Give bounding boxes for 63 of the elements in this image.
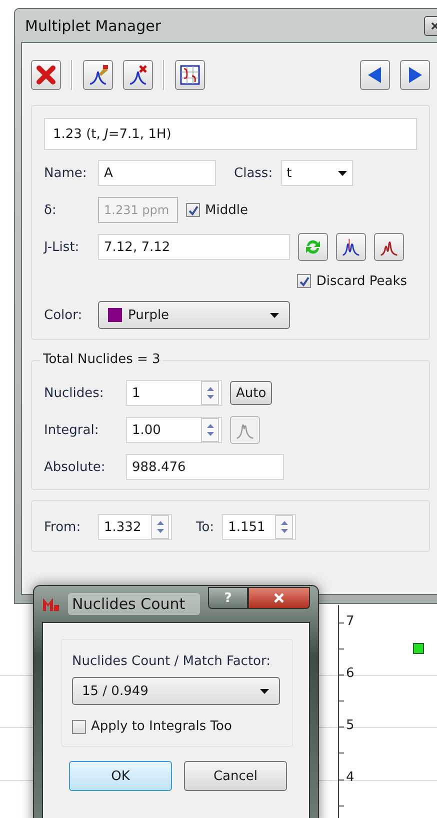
spin-buttons[interactable]	[151, 515, 169, 539]
window-title: Multiplet Manager	[25, 16, 162, 34]
field-label: Integral:	[44, 422, 100, 438]
checkbox[interactable]	[297, 274, 312, 288]
close-button[interactable]	[248, 587, 310, 609]
auto-button[interactable]: Auto	[230, 381, 272, 405]
peak-delete-icon	[127, 64, 149, 86]
delete-button[interactable]	[31, 60, 61, 90]
class-dropdown[interactable]: t	[280, 160, 353, 186]
from-spinbox[interactable]: 1.332	[98, 514, 172, 540]
spin-buttons[interactable]	[275, 515, 294, 539]
checkbox-label: Middle	[205, 202, 248, 218]
delete-icon	[35, 64, 57, 86]
spin-buttons[interactable]	[201, 381, 219, 405]
checkbox-label: Apply to Integrals Too	[91, 719, 232, 734]
field-label: From:	[44, 520, 82, 534]
close-icon	[431, 22, 437, 30]
app-logo-icon	[42, 596, 60, 612]
axis-tick-label: 6	[346, 666, 354, 681]
j-list-field[interactable]: 7.12, 7.12	[98, 234, 290, 260]
peaks-icon	[341, 237, 361, 257]
integral-spinbox[interactable]: 1.00	[126, 417, 222, 443]
axis-tick-label: 4	[346, 770, 354, 785]
dialog-title: Nuclides Count	[68, 593, 200, 615]
spin-buttons[interactable]	[201, 418, 219, 442]
absolute-field[interactable]: 988.476	[126, 454, 284, 480]
name-field[interactable]: A	[98, 160, 216, 186]
field-label: Color:	[44, 308, 84, 322]
dropdown-arrow-icon	[260, 688, 269, 694]
checkbox[interactable]	[186, 203, 200, 217]
axis-tick-label: 7	[346, 614, 354, 629]
refresh-button[interactable]	[298, 233, 328, 261]
field-label: J-List:	[44, 240, 80, 254]
nuclides-count-dropdown[interactable]: 15 / 0.949	[72, 677, 280, 705]
nuclides-spinbox[interactable]: 1	[126, 380, 222, 406]
show-peaks-button[interactable]	[374, 233, 404, 261]
checkbox[interactable]	[72, 720, 86, 734]
field-label: Nuclides Count / Match Factor:	[72, 654, 272, 669]
close-icon	[273, 593, 285, 603]
previous-button[interactable]	[360, 60, 390, 90]
edit-peak-button[interactable]	[83, 60, 113, 90]
grid-chart-icon	[179, 64, 201, 86]
axis-tick-label: 5	[346, 718, 354, 733]
summary-field[interactable]: 1.23 (t, J=7.1, 1H)	[44, 118, 417, 150]
dropdown-arrow-icon	[270, 312, 279, 318]
dropdown-arrow-icon	[338, 170, 347, 176]
field-label: Class:	[234, 166, 273, 180]
checkbox-label: Discard Peaks	[316, 274, 407, 288]
field-label: Name:	[44, 166, 88, 180]
field-label: To:	[196, 520, 214, 534]
fit-peaks-button[interactable]	[336, 233, 366, 261]
j-table-button[interactable]	[175, 60, 205, 90]
field-label: Nuclides:	[44, 386, 105, 400]
delete-peak-button[interactable]	[123, 60, 153, 90]
field-label: δ:	[44, 202, 58, 218]
data-point-marker	[413, 643, 424, 654]
dialog-button[interactable]: Cancel	[184, 761, 287, 791]
field-label: Absolute:	[44, 460, 106, 474]
next-button[interactable]	[400, 60, 430, 90]
color-dropdown[interactable]: Purple	[98, 301, 290, 329]
dialog-button[interactable]: OK	[69, 761, 172, 791]
peak-pencil-icon	[87, 64, 109, 86]
to-spinbox[interactable]: 1.151	[222, 514, 296, 540]
